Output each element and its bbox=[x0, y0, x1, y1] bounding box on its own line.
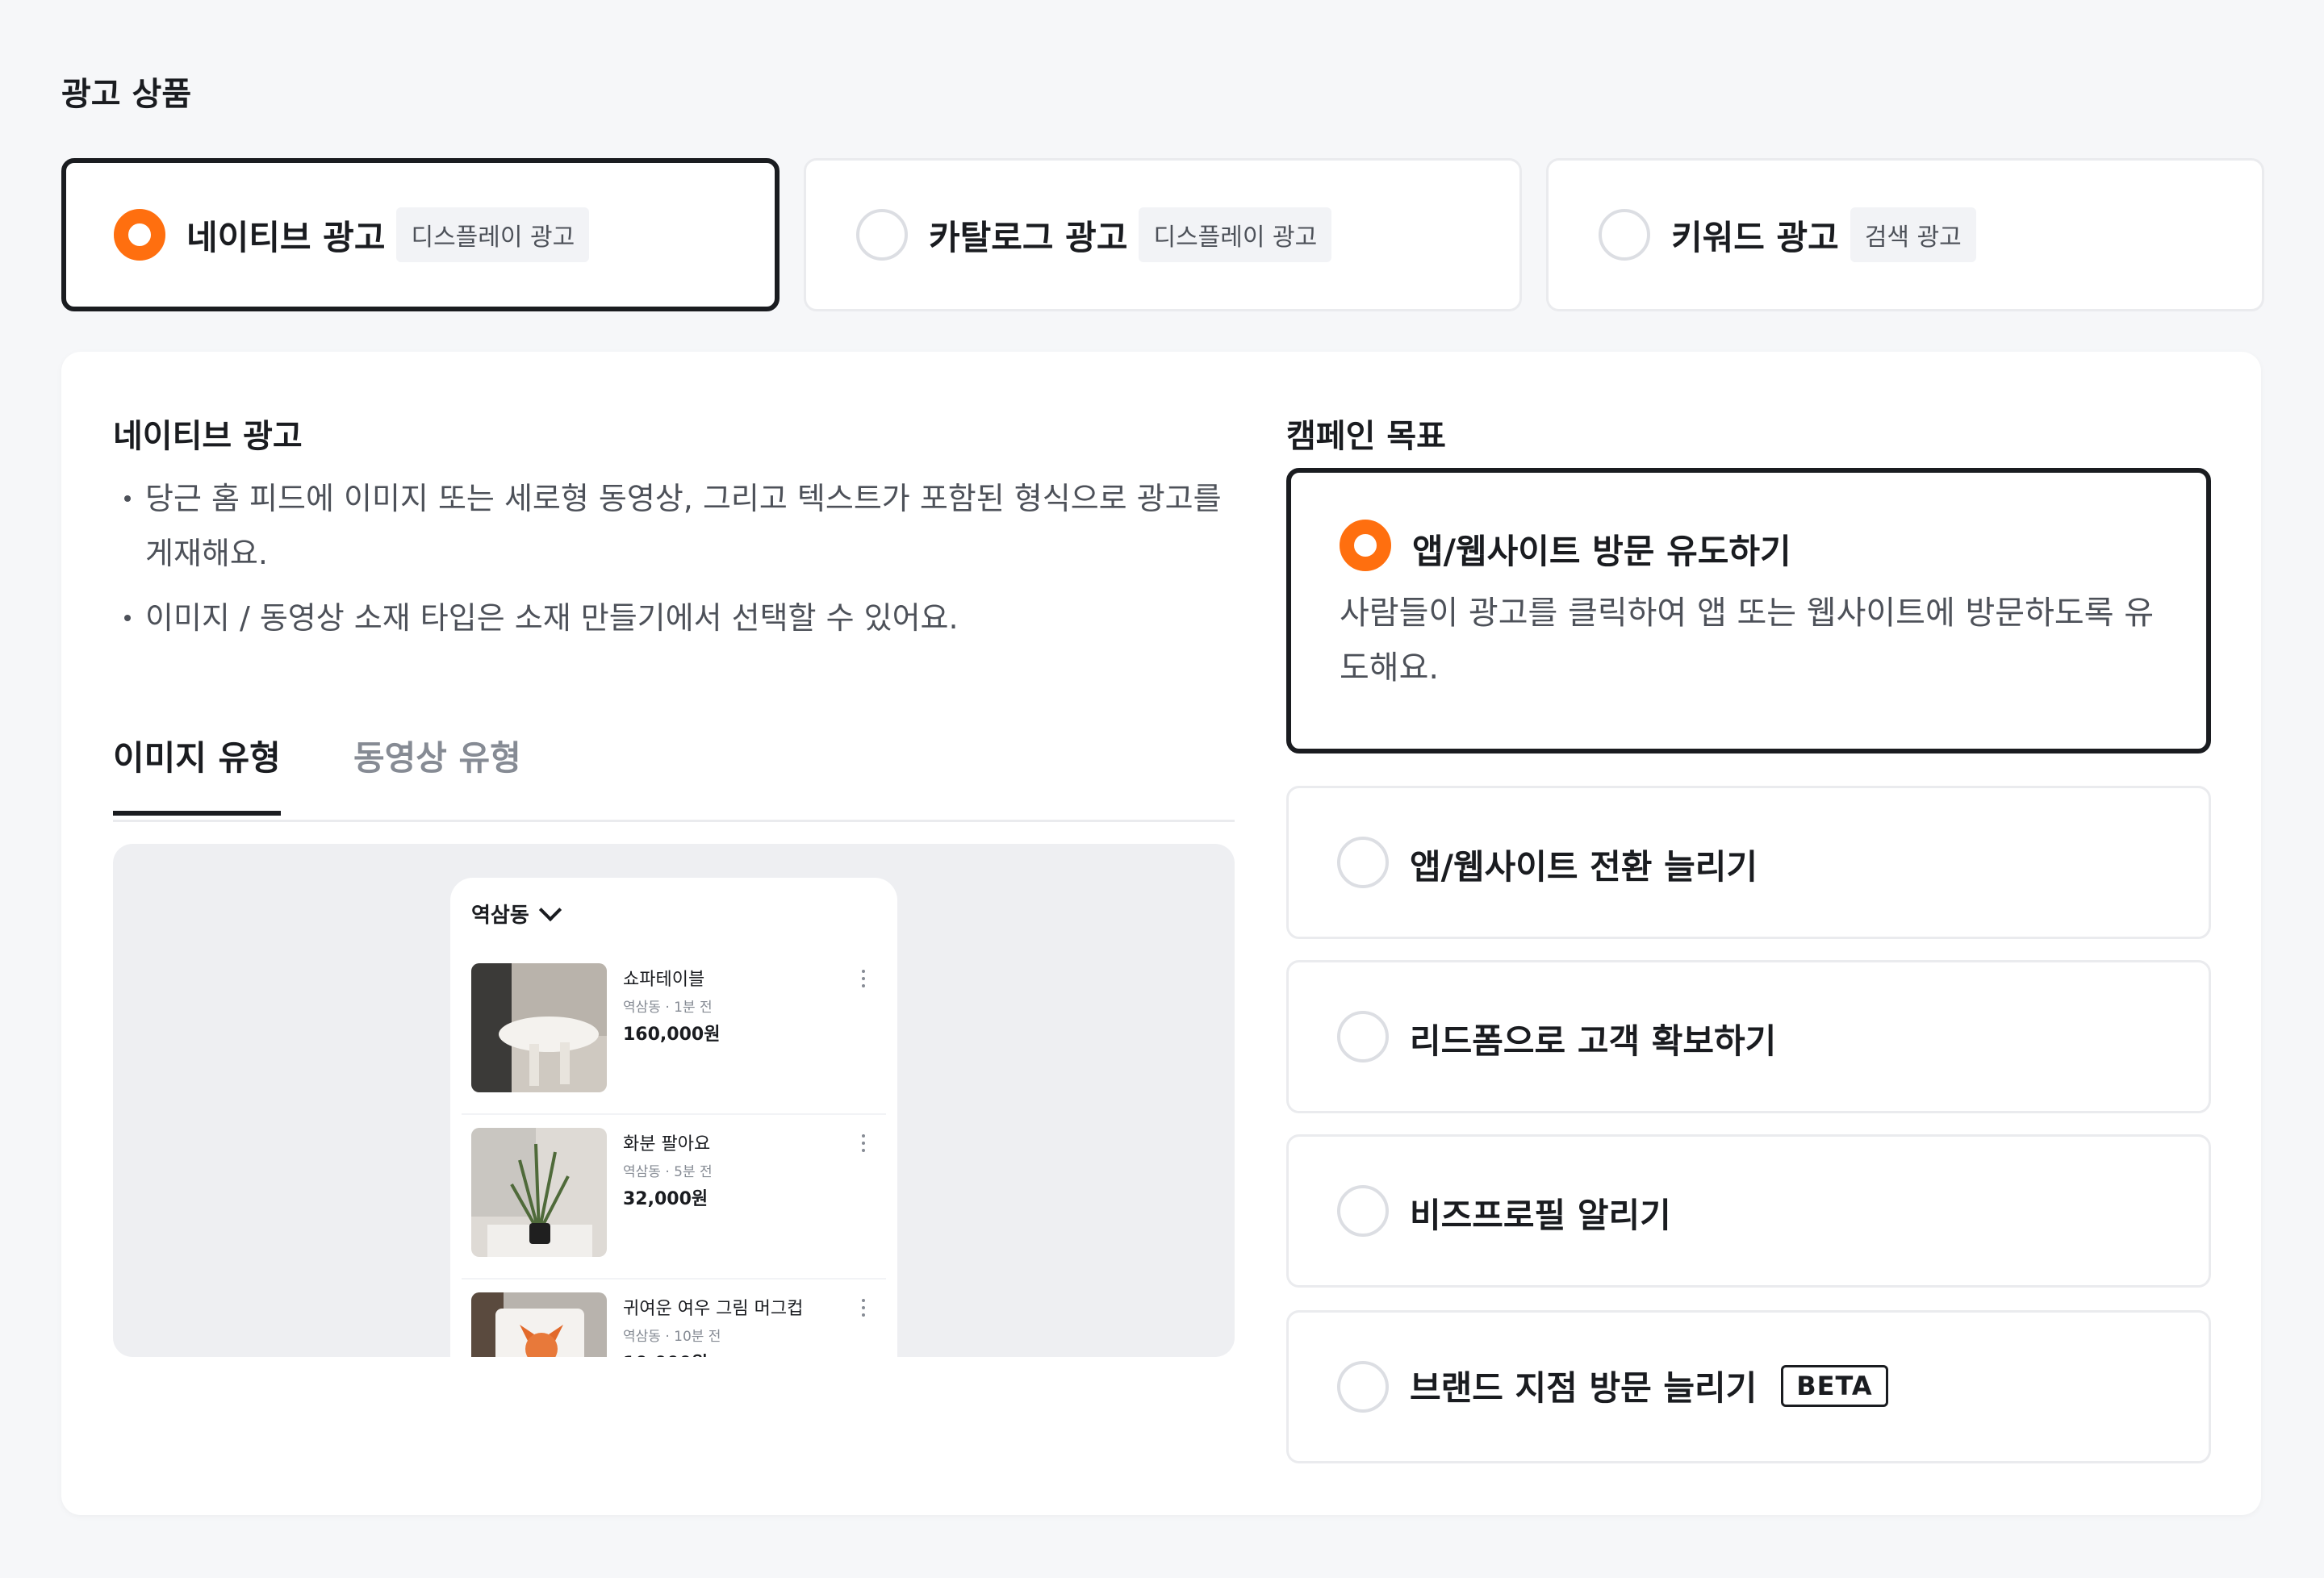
product-option-native[interactable]: 네이티브 광고 디스플레이 광고 bbox=[61, 158, 780, 311]
mug-photo bbox=[471, 1292, 607, 1357]
goal-option-biz-profile[interactable]: 비즈프로필 알리기 bbox=[1286, 1134, 2211, 1288]
list-item: 귀여운 여우 그림 머그컵 역삼동 · 10분 전 10,000원 bbox=[462, 1278, 886, 1357]
description-bullet: 이미지 / 동영상 소재 타입은 소재 만들기에서 선택할 수 있어요. bbox=[113, 591, 1235, 645]
radio-checked-icon bbox=[114, 209, 165, 261]
list-item: 쇼파테이블 역삼동 · 1분 전 160,000원 bbox=[462, 949, 886, 1115]
goal-name: 브랜드 지점 방문 늘리기 BETA bbox=[1410, 1361, 1888, 1410]
tab-image-type[interactable]: 이미지 유형 bbox=[113, 731, 281, 816]
goal-name: 리드폼으로 고객 확보하기 bbox=[1410, 1021, 1777, 1061]
chevron-down-icon bbox=[538, 898, 562, 921]
location-selector: 역삼동 bbox=[471, 898, 562, 929]
table-photo bbox=[471, 963, 607, 1092]
item-price: 32,000원 bbox=[623, 1189, 708, 1209]
product-tag: 디스플레이 광고 bbox=[396, 207, 590, 262]
section-title: 광고 상품 bbox=[61, 76, 192, 113]
product-name: 카탈로그 광고 bbox=[929, 217, 1128, 257]
description-title: 네이티브 광고 bbox=[113, 418, 303, 455]
item-title: 화분 팔아요 bbox=[623, 1134, 711, 1154]
goal-option-lead-form[interactable]: 리드폼으로 고객 확보하기 bbox=[1286, 960, 2211, 1113]
goal-name: 앱/웹사이트 전환 늘리기 bbox=[1410, 847, 1758, 887]
radio-unchecked-icon bbox=[1337, 1011, 1389, 1062]
goal-option-brand-store-visit[interactable]: 브랜드 지점 방문 늘리기 BETA bbox=[1286, 1310, 2211, 1463]
creative-type-tabs: 이미지 유형 동영상 유형 bbox=[113, 731, 1235, 822]
location-label: 역삼동 bbox=[471, 904, 529, 928]
item-price: 10,000원 bbox=[623, 1349, 708, 1357]
ad-preview: 역삼동 쇼파테이블 역삼동 · 1분 전 160,000원 화분 팔아요 역삼동… bbox=[113, 844, 1235, 1357]
plant-photo bbox=[471, 1128, 607, 1257]
tab-video-type[interactable]: 동영상 유형 bbox=[353, 731, 521, 811]
product-detail-panel: 네이티브 광고 당근 홈 피드에 이미지 또는 세로형 동영상, 그리고 텍스트… bbox=[61, 352, 2261, 1515]
radio-unchecked-icon bbox=[1337, 837, 1389, 888]
list-item: 화분 팔아요 역삼동 · 5분 전 32,000원 bbox=[462, 1113, 886, 1280]
product-option-keyword[interactable]: 키워드 광고 검색 광고 bbox=[1546, 158, 2264, 311]
product-name: 키워드 광고 bbox=[1671, 217, 1839, 257]
item-meta: 역삼동 · 10분 전 bbox=[623, 1329, 721, 1345]
radio-unchecked-icon bbox=[1337, 1185, 1389, 1237]
beta-badge: BETA bbox=[1781, 1364, 1888, 1407]
item-price: 160,000원 bbox=[623, 1025, 721, 1045]
goal-name: 비즈프로필 알리기 bbox=[1410, 1196, 1671, 1235]
description-bullet: 당근 홈 피드에 이미지 또는 세로형 동영상, 그리고 텍스트가 포함된 형식… bbox=[113, 471, 1235, 581]
item-meta: 역삼동 · 5분 전 bbox=[623, 1164, 713, 1180]
phone-feed-mockup: 역삼동 쇼파테이블 역삼동 · 1분 전 160,000원 화분 팔아요 역삼동… bbox=[450, 878, 897, 1357]
product-tag: 디스플레이 광고 bbox=[1139, 207, 1332, 262]
campaign-goal-title: 캠페인 목표 bbox=[1286, 418, 1446, 455]
goal-name: 앱/웹사이트 방문 유도하기 bbox=[1412, 532, 1791, 571]
description-bullets: 당근 홈 피드에 이미지 또는 세로형 동영상, 그리고 텍스트가 포함된 형식… bbox=[113, 471, 1235, 645]
product-tag: 검색 광고 bbox=[1850, 207, 1976, 262]
product-option-catalog[interactable]: 카탈로그 광고 디스플레이 광고 bbox=[804, 158, 1522, 311]
goal-option-app-web-conversion[interactable]: 앱/웹사이트 전환 늘리기 bbox=[1286, 786, 2211, 939]
goal-option-app-web-visit[interactable]: 앱/웹사이트 방문 유도하기 사람들이 광고를 클릭하여 앱 또는 웹사이트에 … bbox=[1286, 468, 2211, 754]
radio-unchecked-icon bbox=[1337, 1361, 1389, 1413]
more-options-icon bbox=[862, 1299, 865, 1321]
more-options-icon bbox=[862, 970, 865, 991]
radio-checked-icon bbox=[1340, 520, 1391, 571]
radio-unchecked-icon bbox=[856, 209, 908, 261]
ad-product-options: 네이티브 광고 디스플레이 광고 카탈로그 광고 디스플레이 광고 키워드 광고… bbox=[61, 158, 2264, 311]
item-title: 귀여운 여우 그림 머그컵 bbox=[623, 1299, 804, 1319]
goal-name-text: 브랜드 지점 방문 늘리기 bbox=[1410, 1368, 1758, 1408]
product-name: 네이티브 광고 bbox=[186, 217, 386, 257]
radio-unchecked-icon bbox=[1599, 209, 1650, 261]
product-description: 네이티브 광고 당근 홈 피드에 이미지 또는 세로형 동영상, 그리고 텍스트… bbox=[113, 410, 1235, 655]
more-options-icon bbox=[862, 1134, 865, 1156]
item-title: 쇼파테이블 bbox=[623, 970, 705, 990]
item-meta: 역삼동 · 1분 전 bbox=[623, 1000, 713, 1016]
goal-description: 사람들이 광고를 클릭하여 앱 또는 웹사이트에 방문하도록 유도해요. bbox=[1340, 595, 2155, 687]
